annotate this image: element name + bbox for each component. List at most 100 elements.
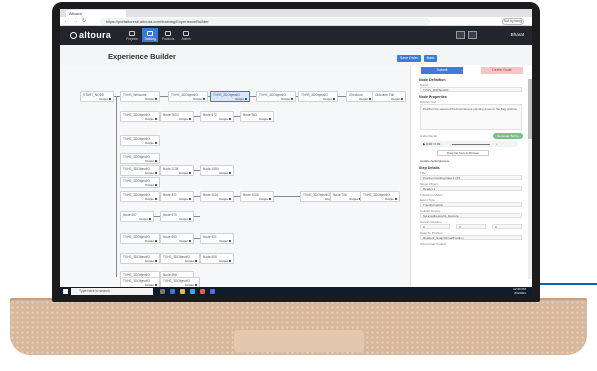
canvas-node-output[interactable]: Output	[139, 217, 151, 221]
rotation-x-field[interactable]: 0	[420, 224, 450, 229]
output-port-icon[interactable]	[155, 198, 157, 200]
output-port-icon[interactable]	[203, 98, 205, 100]
output-port-icon[interactable]	[229, 118, 231, 120]
canvas-node-output[interactable]: Output	[219, 239, 231, 243]
volume-icon[interactable]: ♪	[496, 141, 498, 147]
output-port-icon[interactable]	[149, 218, 151, 220]
canvas-node-output[interactable]: Output	[391, 97, 403, 101]
output-port-icon[interactable]	[155, 240, 157, 242]
store-icon[interactable]	[190, 289, 195, 294]
canvas-node[interactable]: TVHS_Welcome Output	[120, 91, 160, 102]
canvas-node[interactable]: TVHS_3DObjectIOOutput	[360, 191, 400, 202]
canvas-node-output[interactable]: Output	[179, 239, 191, 243]
output-port-icon[interactable]	[245, 98, 247, 100]
url-field[interactable]: https://portaltoresti.altoura.com/traini…	[100, 18, 430, 25]
target-object-field[interactable]: Reader 1	[420, 186, 522, 191]
chrome-icon[interactable]	[200, 289, 205, 294]
canvas-node[interactable]: TVHS_3DObjectIOOutput	[120, 253, 160, 264]
canvas-node[interactable]: Node 606 Output	[200, 253, 234, 264]
nav-admin[interactable]: Admin	[178, 31, 194, 41]
canvas-node[interactable]: TVHS_3DObjectIOOutput	[210, 91, 250, 102]
canvas-node[interactable]: START_NODE Output	[80, 91, 114, 102]
canvas-node-output[interactable]: Output	[145, 117, 157, 121]
canvas-node-output[interactable]: Output	[359, 97, 371, 101]
canvas-node-output[interactable]: Output	[145, 197, 157, 201]
canvas-node-output[interactable]: Output	[323, 97, 335, 101]
canvas-node-output[interactable]: Output	[185, 259, 197, 263]
canvas-node-output[interactable]: Output	[145, 183, 157, 187]
edge-icon[interactable]	[170, 289, 175, 294]
canvas-node[interactable]: TVHS_3DObjectIOOutput	[120, 111, 160, 122]
output-port-icon[interactable]	[195, 260, 197, 262]
output-port-icon[interactable]	[395, 198, 397, 200]
output-port-icon[interactable]	[291, 98, 293, 100]
output-port-icon[interactable]	[155, 160, 157, 162]
output-port-icon[interactable]	[369, 98, 371, 100]
canvas-node-output[interactable]: Output	[145, 97, 157, 101]
canvas-node[interactable]: Node 756 Output	[330, 191, 364, 202]
teams-icon[interactable]	[210, 289, 215, 294]
name-field[interactable]: TVHS_3DObjectIO	[420, 87, 522, 92]
snap-field[interactable]: Reader1_SnapToFinalPosition	[420, 235, 522, 240]
canvas-node-output[interactable]: Output	[259, 117, 271, 121]
forward-arrow-icon[interactable]: →	[73, 18, 78, 24]
node-canvas[interactable]: START_NODE Output TVHS_Welcome Output TVHS_3…	[60, 65, 410, 288]
output-port-icon[interactable]	[189, 172, 191, 174]
reload-icon[interactable]: ↻	[82, 18, 86, 24]
canvas-node-output[interactable]: Output	[219, 259, 231, 263]
browser-tab[interactable]: Altoura	[66, 10, 126, 17]
canvas-node-output[interactable]: Output	[179, 171, 191, 175]
output-port-icon[interactable]	[155, 118, 157, 120]
canvas-node-output[interactable]: Output	[219, 171, 231, 175]
display-text-area[interactable]: Position the selected thermal camera poi…	[420, 104, 522, 130]
canvas-node[interactable]: Node 871 Output	[160, 191, 194, 202]
output-port-icon[interactable]	[189, 118, 191, 120]
canvas-node[interactable]: Node 1084 Output	[200, 165, 234, 176]
output-port-icon[interactable]	[189, 218, 191, 220]
canvas-node-output[interactable]: Output	[179, 217, 191, 221]
canvas-node-output[interactable]: Output	[235, 97, 247, 101]
save-order-button[interactable]: Save Order	[397, 55, 421, 62]
canvas-node-output[interactable]: Output	[259, 197, 271, 201]
collider-field[interactable]: SprayAdhesive01_Deinote	[420, 213, 522, 218]
output-port-icon[interactable]	[109, 98, 111, 100]
nav-projects[interactable]: Projects	[124, 31, 140, 41]
canvas-node[interactable]: Node 672 Output	[200, 111, 234, 122]
canvas-node[interactable]: Checkout Output	[346, 91, 374, 102]
canvas-node-output[interactable]: Output	[179, 117, 191, 121]
brand-logo[interactable]: altoura	[70, 30, 111, 40]
output-port-icon[interactable]	[195, 284, 197, 286]
audio-progress[interactable]	[452, 143, 490, 145]
canvas-node-output[interactable]: Output	[219, 197, 231, 201]
user-name[interactable]: Bharat	[511, 32, 524, 37]
browser-profile-button[interactable]: Not syncing	[502, 18, 524, 25]
output-port-icon[interactable]	[189, 198, 191, 200]
canvas-node[interactable]: Node 963 Output	[240, 111, 274, 122]
canvas-node[interactable]: Node 690 Output	[160, 233, 194, 244]
canvas-node[interactable]: TVHS_3DObjectIOOutput	[298, 91, 338, 102]
canvas-node[interactable]: TVHS_3DObjectIOOutput	[120, 165, 160, 176]
canvas-node[interactable]: TVHS_3DObjectIOOutput	[120, 233, 160, 244]
scrollbar-thumb[interactable]	[528, 79, 532, 139]
canvas-node[interactable]: TVHS_3DObjectIOOutput	[120, 177, 160, 188]
play-icon[interactable]: ▶	[423, 142, 425, 146]
canvas-node-output[interactable]: Output	[145, 171, 157, 175]
output-port-icon[interactable]	[229, 172, 231, 174]
canvas-node-output[interactable]: Output	[179, 197, 191, 201]
canvas-node[interactable]: Node 1138 Output	[160, 165, 194, 176]
output-port-icon[interactable]	[333, 98, 335, 100]
event-type-select[interactable]: Transformation	[420, 202, 522, 207]
generate-tts-button[interactable]: Generate Text to Speech	[493, 133, 523, 144]
update-audio-link[interactable]: Update Audio/preview	[420, 159, 449, 163]
rotation-z-field[interactable]: 0	[492, 224, 522, 229]
canvas-node-output[interactable]: Output	[145, 239, 157, 243]
canvas-node[interactable]: TVHS_3DObjectIOOutput	[168, 91, 208, 102]
audio-player[interactable]: ▶ 0:00 / 0:09 ♪	[420, 141, 518, 147]
output-port-icon[interactable]	[269, 118, 271, 120]
submit-button[interactable]: Submit	[421, 67, 463, 74]
taskbar-search[interactable]: Type here to search	[71, 288, 153, 295]
output-port-icon[interactable]	[155, 284, 157, 286]
folder-icon[interactable]	[180, 289, 185, 294]
output-port-icon[interactable]	[155, 142, 157, 144]
output-port-icon[interactable]	[229, 240, 231, 242]
